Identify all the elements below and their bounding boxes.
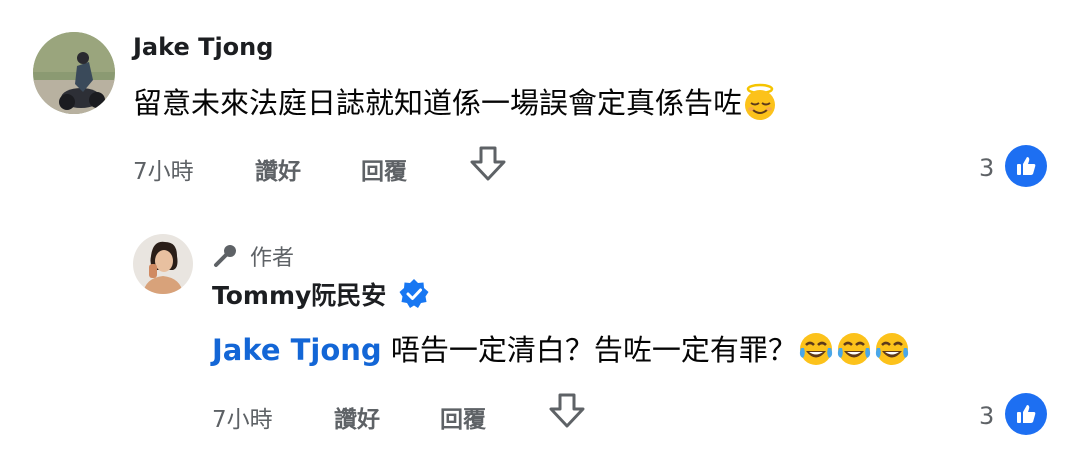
microphone-icon: [212, 243, 238, 269]
comment-like-count: 3: [979, 154, 995, 182]
comment-reply-button[interactable]: 回覆: [361, 152, 407, 186]
verified-badge-icon: [398, 278, 430, 310]
reply-author[interactable]: Tommy阮民安: [212, 276, 386, 312]
author-badge: 作者: [212, 240, 294, 272]
comment-text: 留意未來法庭日誌就知道係一場誤會定真係告咗: [133, 80, 778, 128]
downvote-icon[interactable]: [467, 144, 509, 188]
reply-author-row: Tommy阮民安: [212, 276, 430, 312]
face-with-tears-of-joy-icon: [835, 330, 873, 375]
mention-link[interactable]: Jake Tjong: [212, 333, 382, 367]
reply-like-icon: [1005, 393, 1047, 435]
reply-time[interactable]: 7小時: [212, 400, 273, 434]
comment-like-button[interactable]: 讚好: [255, 152, 301, 186]
face-with-tears-of-joy-icon: [797, 330, 835, 375]
comment-author[interactable]: Jake Tjong: [133, 33, 273, 61]
reply-text: Jake Tjong 唔告一定清白？告咗一定有罪？: [212, 327, 911, 375]
reply-reply-button[interactable]: 回覆: [440, 400, 486, 434]
reply-body: 唔告一定清白？告咗一定有罪？: [381, 333, 797, 367]
comment-body: 留意未來法庭日誌就知道係一場誤會定真係告咗: [133, 86, 743, 120]
reply-like-count: 3: [979, 402, 995, 430]
face-with-tears-of-joy-icon: [873, 330, 911, 375]
reply-downvote-icon[interactable]: [546, 391, 588, 435]
author-badge-label: 作者: [250, 246, 295, 271]
avatar[interactable]: [33, 32, 115, 114]
reply-avatar[interactable]: [133, 234, 193, 294]
like-icon: [1005, 145, 1047, 187]
comment-time[interactable]: 7小時: [133, 152, 194, 186]
reply-like-button[interactable]: 讚好: [334, 400, 380, 434]
smiling-face-with-halo-icon: [742, 83, 778, 128]
